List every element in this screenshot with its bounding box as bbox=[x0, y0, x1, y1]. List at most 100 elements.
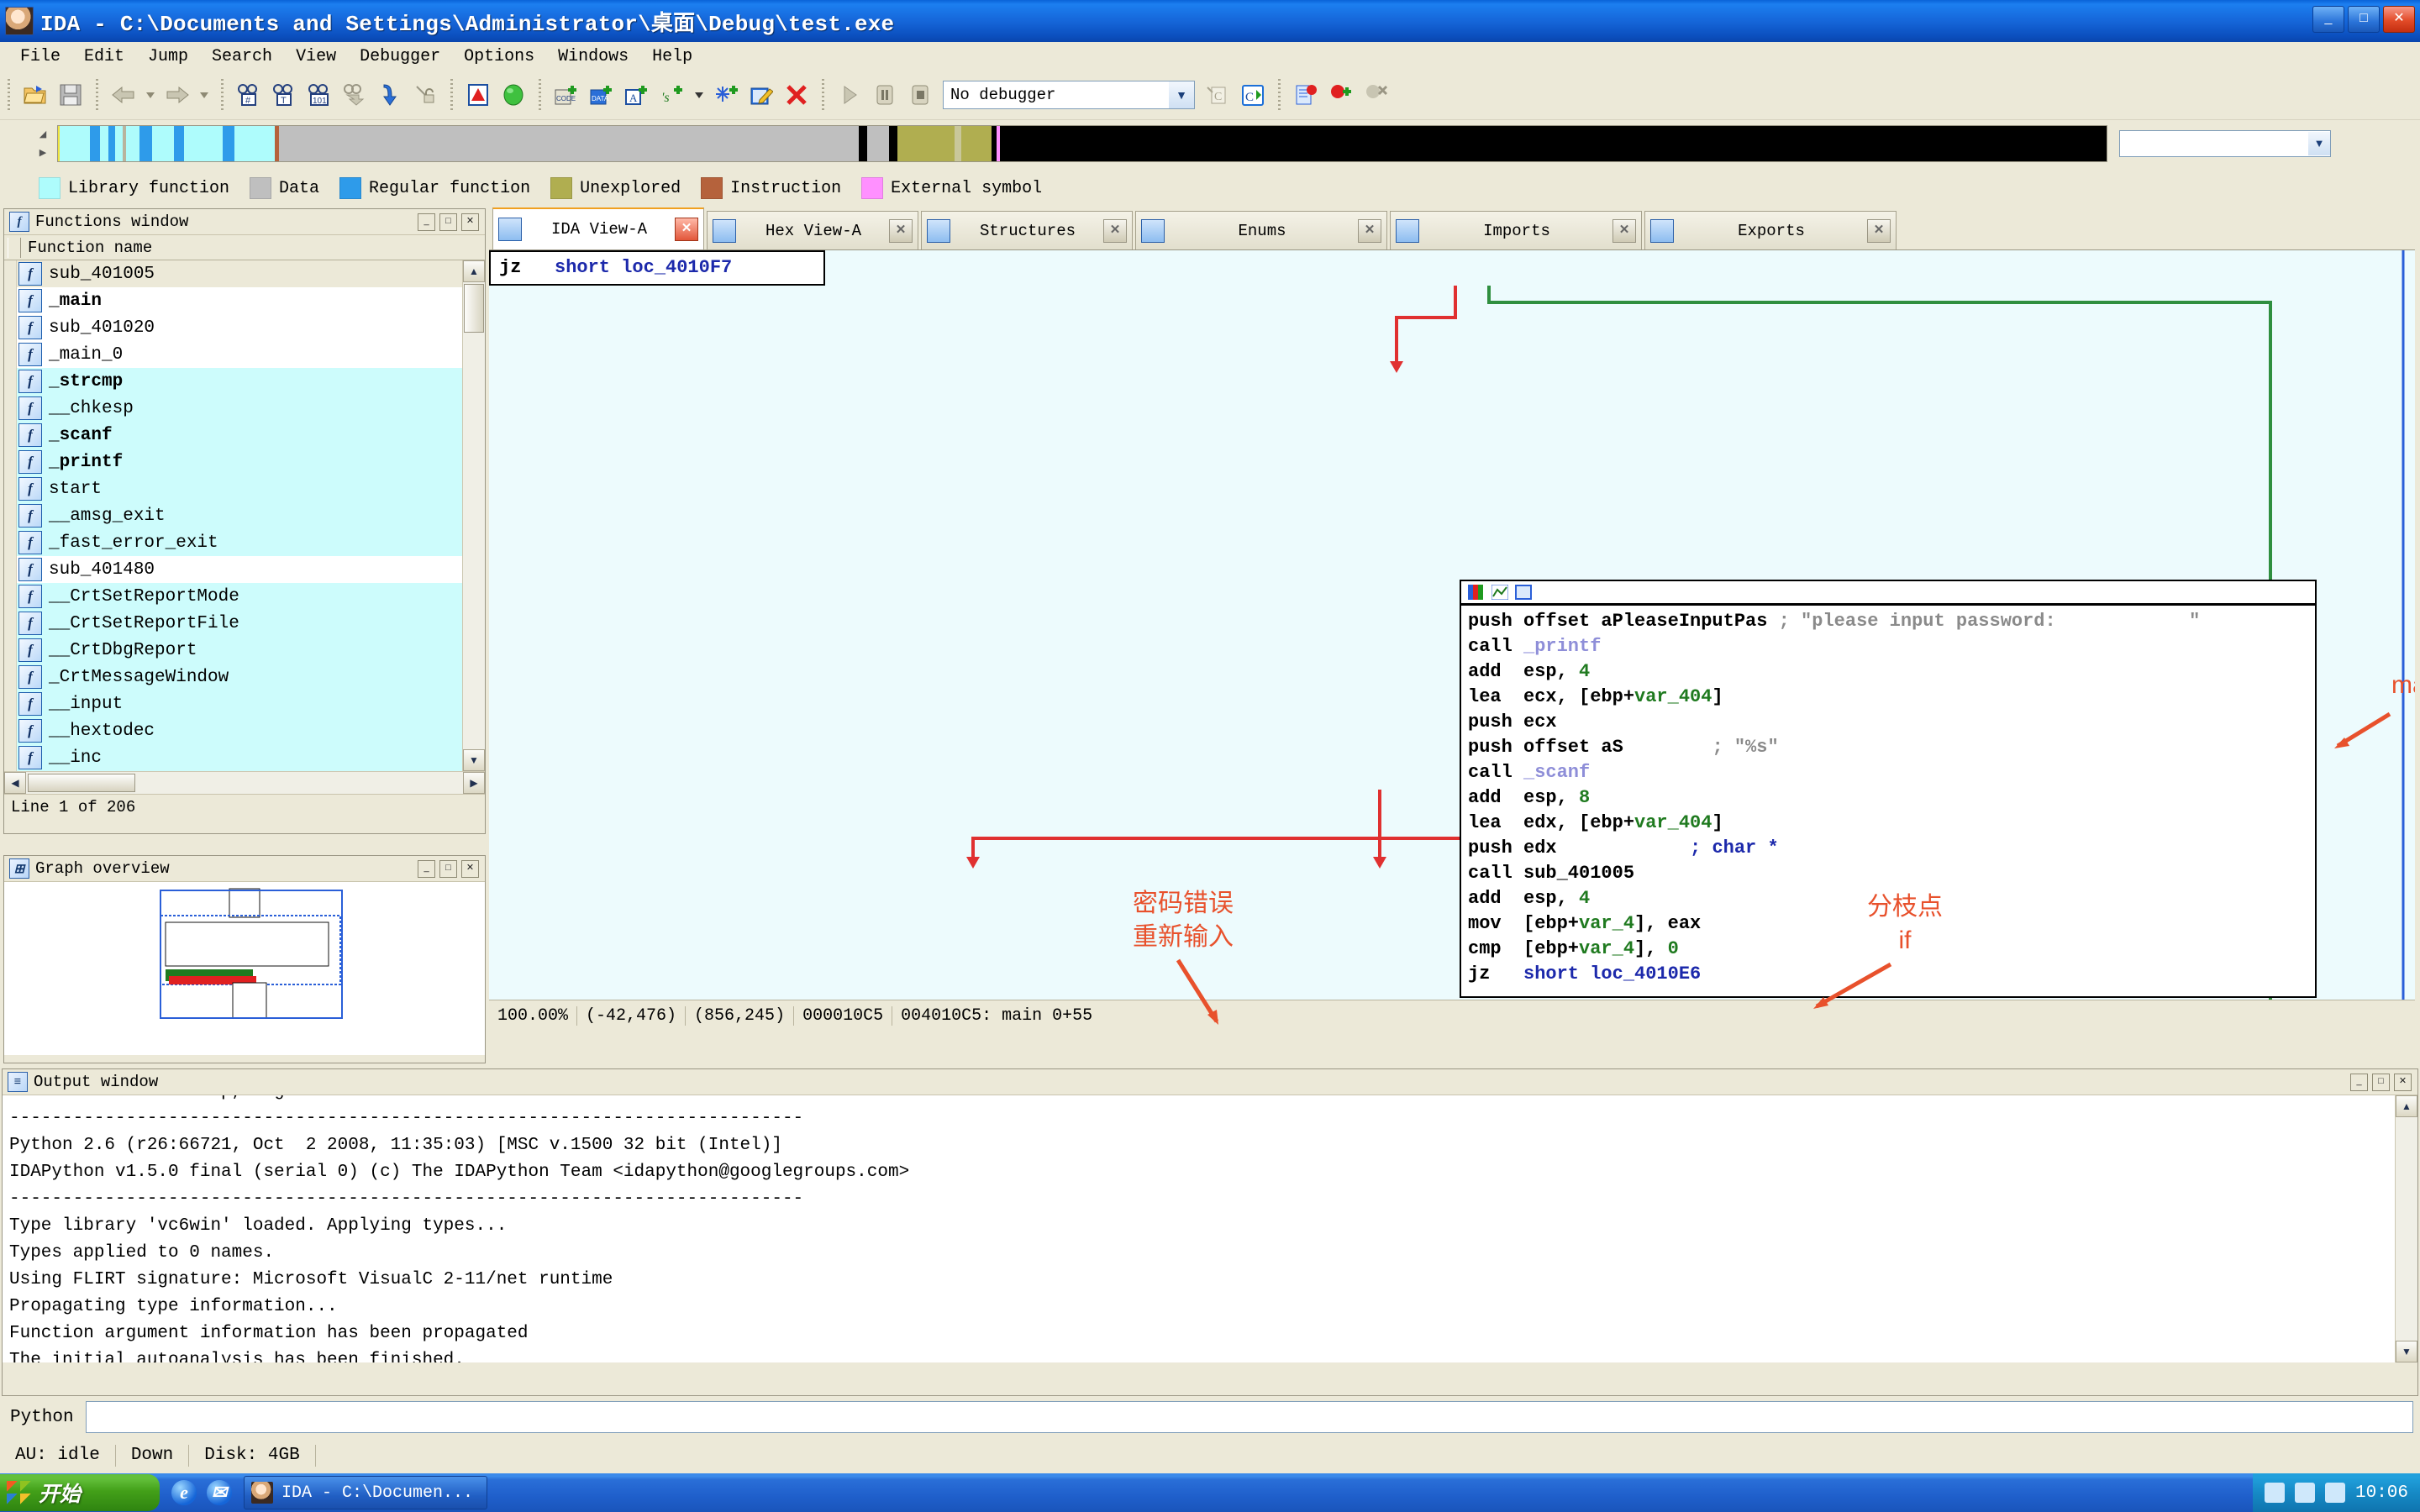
list-item[interactable]: f _scanf bbox=[4, 422, 485, 449]
network-icon[interactable] bbox=[2264, 1483, 2285, 1503]
make-ascii-icon[interactable]: A bbox=[619, 77, 655, 113]
make-string-dropdown-icon[interactable] bbox=[690, 77, 708, 113]
green-circle-icon[interactable] bbox=[496, 77, 531, 113]
add-breakpoint-icon[interactable] bbox=[1323, 77, 1359, 113]
tab-close-icon[interactable]: ✕ bbox=[675, 218, 698, 241]
functions-maximize-button[interactable]: □ bbox=[439, 213, 457, 231]
internet-explorer-icon[interactable]: e bbox=[171, 1480, 197, 1505]
asm-operand[interactable]: _scanf bbox=[1523, 762, 1590, 783]
output-vertical-scrollbar[interactable]: ▲ ▼ bbox=[2395, 1095, 2417, 1362]
list-item[interactable]: f _main bbox=[4, 287, 485, 314]
tab-imports[interactable]: Imports ✕ bbox=[1390, 211, 1642, 249]
search-hash-icon[interactable]: # bbox=[231, 77, 266, 113]
list-item[interactable]: f _fast_error_exit bbox=[4, 529, 485, 556]
maximize-button[interactable]: □ bbox=[2348, 6, 2380, 33]
scroll-right-button[interactable]: ▶ bbox=[463, 772, 485, 794]
tab-close-icon[interactable]: ✕ bbox=[1103, 218, 1127, 243]
list-item[interactable]: f __CrtDbgReport bbox=[4, 637, 485, 664]
chevron-down-icon[interactable]: ▼ bbox=[2308, 131, 2330, 155]
overview-minimize-button[interactable]: _ bbox=[418, 859, 435, 878]
list-item[interactable]: f __chkesp bbox=[4, 395, 485, 422]
delete-breakpoint-icon[interactable] bbox=[1359, 77, 1394, 113]
open-file-icon[interactable] bbox=[18, 77, 53, 113]
node-text-icon[interactable] bbox=[1515, 585, 1532, 600]
output-minimize-button[interactable]: _ bbox=[2350, 1073, 2368, 1091]
list-item[interactable]: f sub_401005 bbox=[4, 260, 485, 287]
pause-icon[interactable] bbox=[867, 77, 902, 113]
list-item[interactable]: f __CrtSetReportFile bbox=[4, 610, 485, 637]
scroll-up-button[interactable]: ▲ bbox=[2396, 1095, 2417, 1117]
list-item[interactable]: f __CrtSetReportMode bbox=[4, 583, 485, 610]
unlock-icon[interactable] bbox=[408, 77, 443, 113]
make-struct-icon[interactable] bbox=[708, 77, 744, 113]
make-data-icon[interactable]: DATA bbox=[584, 77, 619, 113]
taskbar-item-ida[interactable]: IDA - C:\Documen... bbox=[244, 1476, 488, 1509]
graph-overview-canvas[interactable] bbox=[4, 882, 485, 1055]
nav-zoom-controls[interactable]: ◢ ▶ bbox=[29, 125, 57, 162]
functions-column-header[interactable]: Function name bbox=[4, 235, 485, 260]
functions-close-button[interactable]: ✕ bbox=[461, 213, 479, 231]
python-input[interactable] bbox=[85, 1401, 2413, 1433]
scroll-down-button[interactable]: ▼ bbox=[2396, 1341, 2417, 1362]
menu-item-jump[interactable]: Jump bbox=[136, 45, 200, 68]
menu-item-edit[interactable]: Edit bbox=[72, 45, 136, 68]
tab-close-icon[interactable]: ✕ bbox=[1612, 218, 1636, 243]
chevron-down-icon[interactable]: ▼ bbox=[1169, 81, 1194, 108]
list-item[interactable]: f __input bbox=[4, 690, 485, 717]
jump-address-combo[interactable]: ▼ bbox=[2119, 129, 2331, 157]
search-immediate-icon[interactable]: 101 bbox=[302, 77, 337, 113]
navigation-band[interactable] bbox=[57, 124, 2107, 162]
shield-icon[interactable] bbox=[2324, 1483, 2345, 1503]
decompile-icon[interactable]: C bbox=[1235, 77, 1270, 113]
asm-operand[interactable]: sub_401005 bbox=[1523, 863, 1634, 884]
save-icon[interactable] bbox=[53, 77, 88, 113]
list-item[interactable]: f _main_0 bbox=[4, 341, 485, 368]
minimize-button[interactable]: _ bbox=[2312, 6, 2344, 33]
menu-item-help[interactable]: Help bbox=[640, 45, 704, 68]
nav-zoom-out-icon[interactable]: ▶ bbox=[39, 147, 46, 158]
outlook-express-icon[interactable]: ✉ bbox=[207, 1480, 232, 1505]
make-code-icon[interactable]: CODE bbox=[549, 77, 584, 113]
output-maximize-button[interactable]: □ bbox=[2372, 1073, 2390, 1091]
edit-icon[interactable] bbox=[744, 77, 779, 113]
list-item[interactable]: f sub_401020 bbox=[4, 314, 485, 341]
start-button[interactable]: 开始 bbox=[0, 1474, 160, 1511]
asm-operand[interactable]: _printf bbox=[1523, 636, 1601, 657]
tab-ida-view-a[interactable]: IDA View-A ✕ bbox=[492, 207, 704, 249]
menu-item-debugger[interactable]: Debugger bbox=[348, 45, 452, 68]
tab-structures[interactable]: Structures ✕ bbox=[921, 211, 1133, 249]
asm-operand[interactable]: short loc_4010E6 bbox=[1523, 963, 1701, 984]
list-item[interactable]: f __amsg_exit bbox=[4, 502, 485, 529]
tab-hex-view-a[interactable]: Hex View-A ✕ bbox=[707, 211, 918, 249]
warning-icon[interactable] bbox=[460, 77, 496, 113]
functions-list[interactable]: f sub_401005 f _main f sub_401020 f _main_0 … bbox=[4, 260, 485, 771]
list-item[interactable]: f _printf bbox=[4, 449, 485, 475]
list-item[interactable]: f __inc bbox=[4, 744, 485, 771]
functions-horizontal-scrollbar[interactable]: ◀ ▶ bbox=[4, 771, 485, 794]
functions-minimize-button[interactable]: _ bbox=[418, 213, 435, 231]
tab-close-icon[interactable]: ✕ bbox=[1867, 218, 1891, 243]
list-item[interactable]: f start bbox=[4, 475, 485, 502]
make-string-icon[interactable]: 's bbox=[655, 77, 690, 113]
scroll-left-button[interactable]: ◀ bbox=[4, 772, 26, 794]
decompile-off-icon[interactable]: C bbox=[1200, 77, 1235, 113]
tab-close-icon[interactable]: ✕ bbox=[1358, 218, 1381, 243]
back-dropdown-icon[interactable] bbox=[141, 77, 160, 113]
search-text-icon[interactable]: T bbox=[266, 77, 302, 113]
overview-maximize-button[interactable]: □ bbox=[439, 859, 457, 878]
output-log[interactable]: Please check the help,Program menu for m… bbox=[3, 1095, 2417, 1362]
breakpoint-list-icon[interactable] bbox=[1288, 77, 1323, 113]
delete-icon[interactable] bbox=[779, 77, 814, 113]
stop-icon[interactable] bbox=[902, 77, 938, 113]
scroll-thumb[interactable] bbox=[464, 284, 484, 333]
scroll-up-button[interactable]: ▲ bbox=[463, 260, 485, 282]
menu-item-windows[interactable]: Windows bbox=[546, 45, 640, 68]
list-item[interactable]: f __hextodec bbox=[4, 717, 485, 744]
scroll-down-button[interactable]: ▼ bbox=[463, 749, 485, 771]
scroll-thumb[interactable] bbox=[28, 774, 135, 792]
menu-item-view[interactable]: View bbox=[284, 45, 348, 68]
debugger-select[interactable]: No debugger ▼ bbox=[943, 81, 1195, 109]
list-item[interactable]: f sub_401480 bbox=[4, 556, 485, 583]
volume-icon[interactable] bbox=[2294, 1483, 2315, 1503]
tab-close-icon[interactable]: ✕ bbox=[889, 218, 913, 243]
